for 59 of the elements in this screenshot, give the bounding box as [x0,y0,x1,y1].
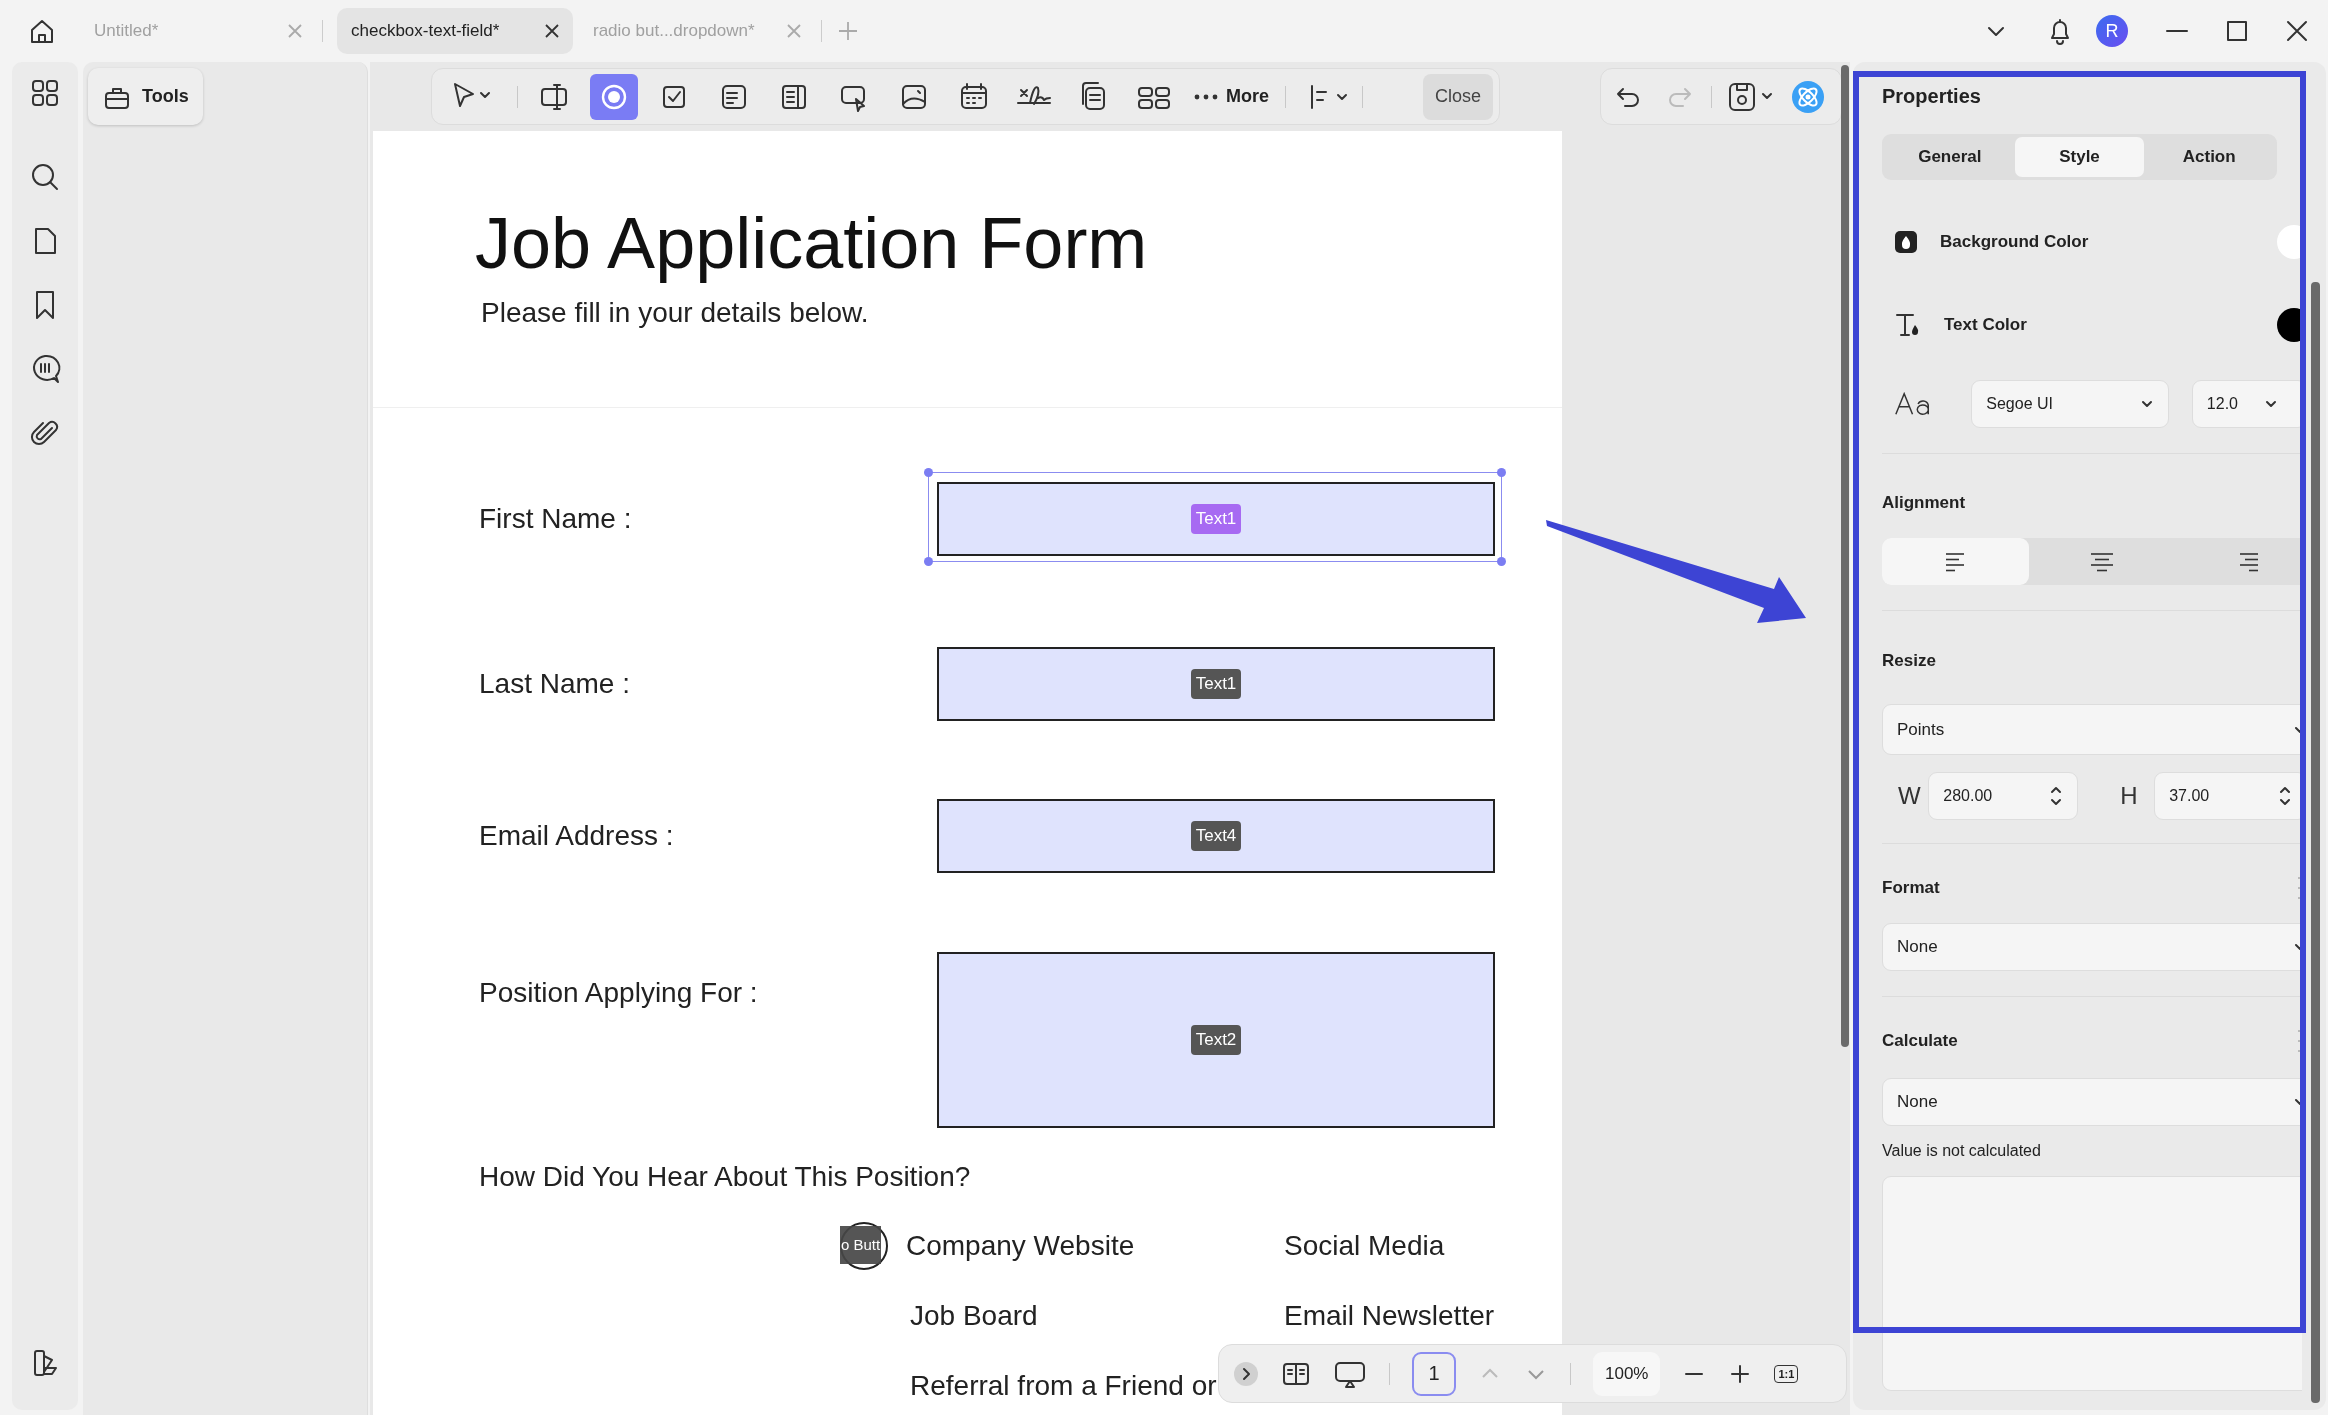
text-field[interactable]: Text1 [937,647,1495,721]
color-swatch[interactable] [2277,225,2302,259]
height-field[interactable]: 37.00 [2154,772,2302,820]
option-label: Email Newsletter [1284,1299,1495,1333]
field-label: Last Name : [478,667,631,701]
text-field[interactable]: Text4 [937,799,1495,873]
tools-button[interactable]: Tools [88,68,203,125]
calculation-note: Value is not calculated [1882,1141,2042,1161]
calculate-dropdown[interactable]: None [1882,1078,2302,1126]
field-tag: Text2 [1190,1025,1242,1055]
close-button[interactable]: Close [1422,73,1493,120]
ai-assistant-icon[interactable] [1790,78,1826,115]
field-label: Position Applying For : [478,976,759,1010]
fill-color-icon [1894,230,1918,254]
width-label: W [1897,782,1922,810]
text-field[interactable]: Text2 [937,952,1495,1128]
option-label: Company Website [906,1229,1135,1263]
script-text-area[interactable] [1882,1176,2302,1391]
close-icon[interactable] [543,22,561,40]
property-label: Text Color [1944,315,2027,335]
field-tag: Text4 [1190,821,1242,851]
page-number-field[interactable]: 1 [1412,1351,1456,1396]
question-text: How Did You Hear About This Position? [479,1160,972,1194]
unit-dropdown[interactable]: Points [1882,704,2302,755]
scrollbar[interactable] [1841,65,1849,1047]
property-label: Background Color [1940,232,2089,252]
width-field[interactable]: 280.00 [1928,772,2079,820]
field-label: Email Address : [478,819,675,853]
scrollbar[interactable] [2311,282,2320,1403]
font-size-dropdown[interactable]: 12.0 [2191,380,2302,428]
height-label: H [2119,782,2139,810]
field-label: First Name : [478,502,633,536]
field-name-tooltip: o Butt [840,1226,882,1264]
format-dropdown[interactable]: None [1882,923,2302,971]
more-button[interactable]: More [1186,73,1277,120]
form-subtitle: Please fill in your details below. [481,296,870,330]
option-label: Referral from a Friend or [910,1369,1217,1403]
field-tag: Text1 [1190,669,1242,699]
section-heading: Resize [1882,650,1937,672]
form-title: Job Application Form [475,203,1149,283]
panel-title: Properties [1882,84,1982,108]
option-label: Job Board [910,1299,1038,1333]
panel-tab[interactable]: Action [2144,137,2274,177]
panel-tab[interactable]: Style [2014,137,2145,177]
actual-size-button[interactable]: 1:1 [1774,1364,1799,1383]
radio-button-tool[interactable] [590,73,638,120]
user-avatar[interactable]: R [2096,15,2128,47]
expand-icon[interactable] [1233,1360,1259,1387]
zoom-level[interactable]: 100% [1593,1351,1661,1396]
font-dropdown[interactable]: Segoe UI [1971,380,2169,428]
option-label: Social Media [1284,1229,1445,1263]
document-tab[interactable]: checkbox-text-field* [337,8,573,54]
panel-tab[interactable]: General [1885,137,2015,177]
section-heading: Alignment [1882,492,1967,514]
section-heading: Format [1882,877,1940,899]
section-heading: Calculate [1882,1030,1958,1052]
color-swatch[interactable] [2277,308,2302,342]
text-field[interactable]: Text1 [937,482,1495,556]
field-tag: Text1 [1190,504,1242,534]
